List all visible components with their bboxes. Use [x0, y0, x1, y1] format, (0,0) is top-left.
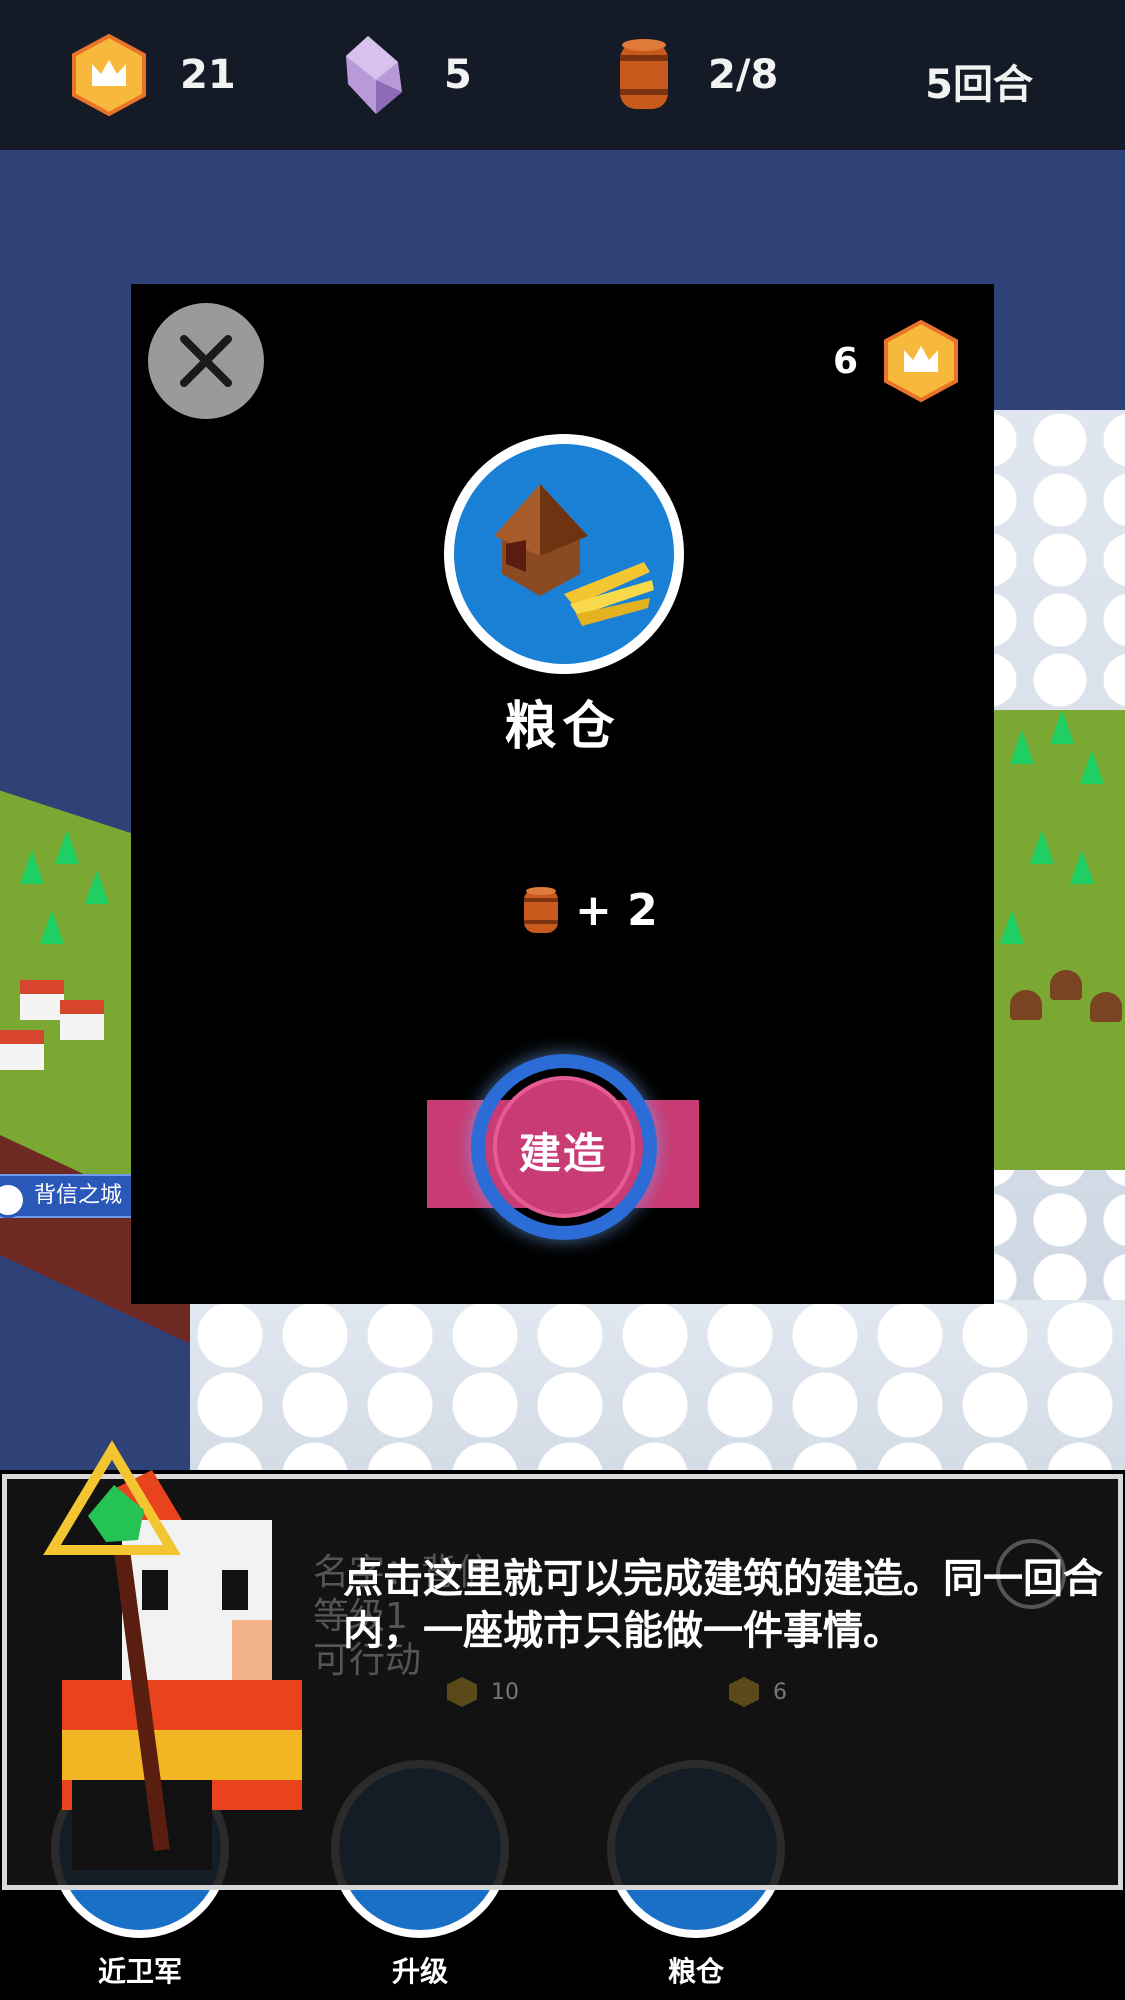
- menu-cost-granary: 6: [729, 1677, 787, 1707]
- cost-value: 6: [832, 340, 858, 382]
- barrel-icon: [620, 39, 668, 109]
- city-name-label[interactable]: 背信之城: [0, 1174, 138, 1218]
- stars-counter: 21: [72, 0, 236, 150]
- tutorial-message: 点击这里就可以完成建筑的建造。同一回合内，一座城市只能做一件事情。: [343, 1556, 1103, 1654]
- house-icon: [20, 980, 64, 1020]
- menu-label-granary: 粮仓: [667, 1955, 724, 1988]
- tree-icon: [1080, 750, 1104, 784]
- cost-value: 6: [773, 1679, 787, 1705]
- storage-bonus: + 2: [521, 884, 658, 936]
- star-crown-hex-icon: [729, 1677, 759, 1707]
- cost-value: 10: [491, 1679, 519, 1705]
- build-dialog: 6 粮仓 + 2 建造: [131, 284, 994, 1304]
- house-icon: [0, 1030, 44, 1070]
- crystals-counter: 5: [340, 0, 472, 150]
- advisor-character-icon: [43, 1440, 302, 1870]
- tree-icon: [40, 910, 64, 944]
- menu-label-upgrade: 升级: [391, 1955, 448, 1988]
- tree-icon: [1070, 850, 1094, 884]
- tree-icon: [85, 870, 109, 904]
- build-button[interactable]: 建造: [427, 1054, 699, 1254]
- barrel-icon: [524, 887, 558, 933]
- hut-icon: [1010, 990, 1042, 1020]
- hut-icon: [1090, 992, 1122, 1022]
- close-x-icon: [180, 335, 232, 387]
- tree-icon: [20, 850, 44, 884]
- stars-value: 21: [180, 52, 236, 98]
- turn-counter: 5回合: [925, 62, 1033, 108]
- building-portrait: [444, 434, 684, 674]
- tree-icon: [1030, 830, 1054, 864]
- menu-cost-upgrade: 10: [447, 1677, 519, 1707]
- build-label[interactable]: 建造: [427, 1120, 699, 1181]
- star-crown-hex-icon: [447, 1677, 477, 1707]
- build-cost: 6: [833, 320, 958, 402]
- tree-icon: [1000, 910, 1024, 944]
- tree-icon: [1010, 730, 1034, 764]
- bonus-text: + 2: [575, 884, 658, 936]
- building-name: 粮仓: [504, 697, 621, 757]
- star-crown-hex-icon: [72, 34, 146, 116]
- purple-crystal-icon: [346, 36, 402, 114]
- tree-icon: [55, 830, 79, 864]
- house-icon: [60, 1000, 104, 1040]
- resource-bar: 21 5 2/8 5回合: [0, 0, 1125, 150]
- storage-counter: 2/8: [614, 0, 778, 150]
- crystals-value: 5: [444, 52, 472, 98]
- tree-icon: [1050, 710, 1074, 744]
- menu-label-guard: 近卫军: [97, 1955, 182, 1988]
- hut-icon: [1050, 970, 1082, 1000]
- granary-icon: [494, 484, 654, 626]
- star-crown-hex-icon: [884, 320, 958, 402]
- close-button[interactable]: [148, 303, 264, 419]
- storage-value: 2/8: [708, 52, 779, 98]
